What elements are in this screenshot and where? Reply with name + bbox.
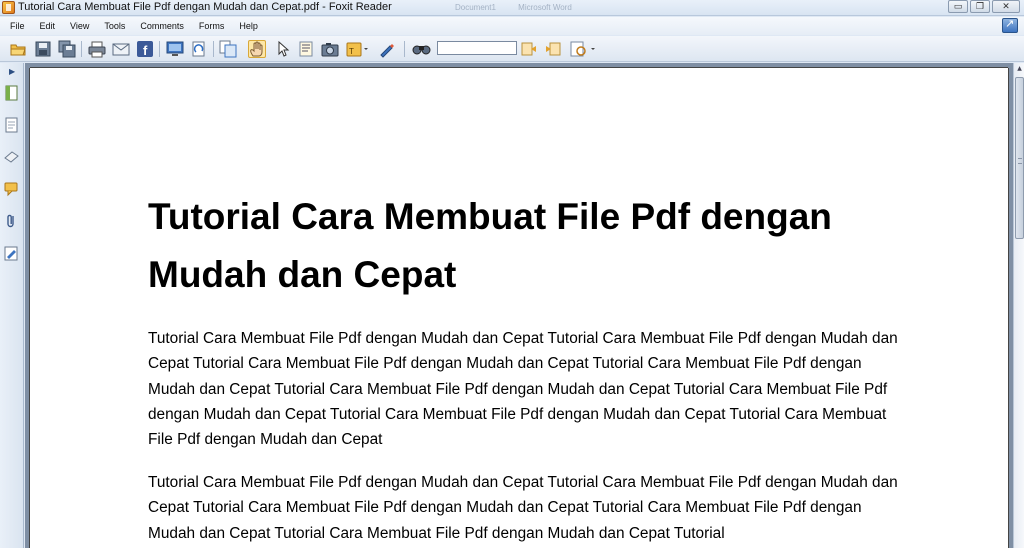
print-icon[interactable] xyxy=(88,40,106,58)
comments-icon[interactable] xyxy=(4,181,19,197)
panel-expand-arrow-icon[interactable]: ▶ xyxy=(9,67,15,76)
background-title-word: Microsoft Word xyxy=(518,3,572,12)
save-all-icon[interactable] xyxy=(58,40,76,58)
facebook-icon[interactable]: f xyxy=(136,40,154,58)
document-paragraph: Tutorial Cara Membuat File Pdf dengan Mu… xyxy=(148,330,898,449)
bookmarks-icon[interactable] xyxy=(4,85,19,101)
find-input[interactable] xyxy=(437,41,517,55)
fullscreen-icon[interactable] xyxy=(166,40,184,58)
menu-edit[interactable]: Edit xyxy=(38,21,58,31)
minimize-button[interactable]: ▭ xyxy=(948,0,968,13)
text-select-icon[interactable] xyxy=(297,40,315,58)
scroll-up-arrow-icon[interactable]: ▲ xyxy=(1015,64,1024,73)
toolbar-separator xyxy=(81,41,82,57)
svg-text:T: T xyxy=(349,47,354,56)
find-icon[interactable] xyxy=(412,40,431,58)
document-paragraph: Tutorial Cara Membuat File Pdf dengan Mu… xyxy=(148,474,898,542)
pdf-page[interactable]: Tutorial Cara Membuat File Pdf dengan Mu… xyxy=(30,68,1008,548)
menu-view[interactable]: View xyxy=(68,21,91,31)
email-icon[interactable] xyxy=(112,40,130,58)
search-options-icon[interactable] xyxy=(570,40,595,58)
toolbar-separator xyxy=(213,41,214,57)
toolbar-separator xyxy=(159,41,160,57)
typewriter-icon[interactable]: T xyxy=(346,40,368,58)
menu-tools[interactable]: Tools xyxy=(102,21,127,31)
hand-icon[interactable] xyxy=(248,40,266,58)
rotate-icon[interactable] xyxy=(190,40,208,58)
window-controls: ▭ ❐ ✕ xyxy=(948,0,1020,14)
background-window-titles: Document1 Microsoft Word xyxy=(455,3,592,12)
menu-comments[interactable]: Comments xyxy=(138,21,186,31)
toolbar-separator xyxy=(404,41,405,57)
page-view-icon[interactable] xyxy=(219,40,237,58)
menu-help[interactable]: Help xyxy=(237,21,260,31)
background-title-document: Document1 xyxy=(455,3,496,12)
menu-forms[interactable]: Forms xyxy=(197,21,227,31)
title-bar: Tutorial Cara Membuat File Pdf dengan Mu… xyxy=(0,0,1024,16)
snapshot-icon[interactable] xyxy=(321,40,339,58)
scrollbar-thumb[interactable] xyxy=(1015,77,1024,239)
attachments-icon[interactable] xyxy=(4,213,19,229)
document-canvas[interactable]: Tutorial Cara Membuat File Pdf dengan Mu… xyxy=(25,63,1013,548)
vertical-scrollbar[interactable]: ▲ xyxy=(1013,63,1024,548)
pages-icon[interactable] xyxy=(4,117,19,133)
find-prev-icon[interactable] xyxy=(520,40,538,58)
window-title: Tutorial Cara Membuat File Pdf dengan Mu… xyxy=(18,1,392,13)
save-icon[interactable] xyxy=(34,40,52,58)
navigation-panel: ▶ xyxy=(0,63,24,548)
foxit-app-icon[interactable] xyxy=(2,1,15,14)
expand-icon[interactable] xyxy=(1002,17,1018,33)
comment-tool-icon[interactable] xyxy=(378,40,396,58)
menu-file[interactable]: File xyxy=(8,21,27,31)
layers-icon[interactable] xyxy=(4,149,19,165)
open-folder-icon[interactable] xyxy=(9,40,27,58)
scrollbar-grip xyxy=(1018,158,1022,164)
menu-bar: File Edit View Tools Comments Forms Help xyxy=(0,17,1024,35)
restore-button[interactable]: ❐ xyxy=(970,0,990,13)
signatures-icon[interactable] xyxy=(4,245,19,261)
svg-text:f: f xyxy=(143,43,148,58)
document-title: Tutorial Cara Membuat File Pdf dengan Mu… xyxy=(148,196,832,295)
close-button[interactable]: ✕ xyxy=(992,0,1020,13)
select-icon[interactable] xyxy=(274,40,292,58)
find-next-icon[interactable] xyxy=(544,40,562,58)
